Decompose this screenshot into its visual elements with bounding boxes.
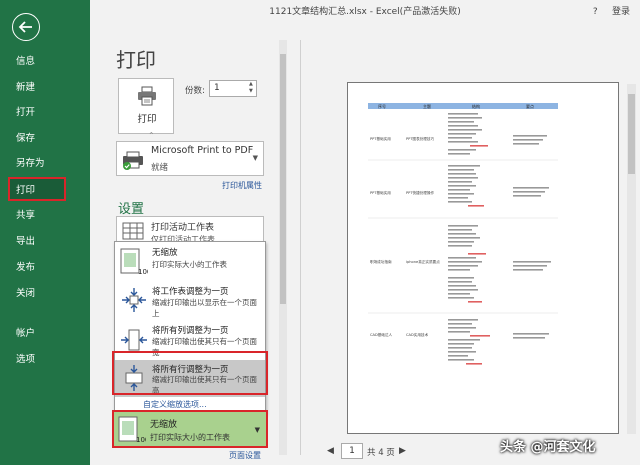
printer-dropdown[interactable]: Microsoft Print to PDF 就绪 ▼ [116, 141, 264, 176]
next-page-icon[interactable]: ▶ [399, 446, 406, 456]
page-number-input[interactable]: 1 [341, 443, 363, 459]
pane-divider [300, 40, 301, 455]
svg-text:100: 100 [138, 268, 148, 276]
collapse-handle[interactable]: ⌃ [148, 131, 155, 140]
preview-header: 要点 [526, 103, 534, 109]
window-title: 1121文章结构汇总.xlsx - Excel(产品激活失败) [269, 7, 461, 17]
back-arrow-icon [18, 21, 32, 33]
fit-columns-icon [121, 329, 147, 351]
nav-new[interactable]: 新建 [0, 76, 90, 100]
custom-scaling-link[interactable]: 自定义缩放选项... [143, 399, 207, 410]
backstage-nav: 信息 新建 打开 保存 另存为 打印 共享 导出 发布 关闭 帐户 选项 [0, 0, 90, 465]
copies-stepper[interactable]: ▲ ▼ [249, 81, 256, 96]
no-scaling-icon: 100 [118, 416, 146, 444]
copies-label: 份数: [185, 86, 205, 96]
scaling-option-fit-sheet[interactable]: 将工作表调整为一页 缩减打印输出以显示在一个页面上 [115, 280, 265, 320]
settings-heading: 设置 [118, 202, 145, 217]
nav-open[interactable]: 打开 [0, 101, 90, 125]
preview-header: 序号 [378, 103, 386, 109]
highlight-frame [112, 351, 268, 395]
scaling-selected-title: 无缩放 [150, 420, 178, 430]
scaling-option-no-scaling[interactable]: 100 无缩放 打印实际大小的工作表 [115, 242, 265, 280]
nav-close[interactable]: 关闭 [0, 282, 90, 306]
preview-header: 主题 [423, 103, 431, 109]
watermark: 头条 @河套文化 [500, 440, 596, 455]
nav-account[interactable]: 帐户 [0, 322, 90, 346]
preview-cell: PPT图表处理技巧 [406, 136, 434, 141]
login-link[interactable]: 登录 [612, 7, 630, 17]
preview-cell: iphone真正实质要点 [406, 259, 440, 264]
preview-cell: PPT快捷处理操作 [406, 190, 434, 195]
preview-notes-lines [513, 135, 551, 339]
print-button-label: 打印 [137, 114, 157, 125]
scaling-dropdown[interactable]: 100 无缩放 打印实际大小的工作表 ▼ [112, 410, 268, 448]
print-preview-page: 序号 主题 结构 要点 PPT基础实用 PPT图表处理技巧 PPT基础实用 PP… [347, 82, 619, 434]
settings-scrollbar[interactable] [279, 40, 287, 455]
scrollbar-thumb[interactable] [628, 94, 635, 174]
nav-save-as[interactable]: 另存为 [0, 152, 90, 176]
chevron-down-icon: ▼ [252, 154, 258, 162]
print-what-label: 打印活动工作表 [151, 223, 215, 233]
preview-scrollbar[interactable] [627, 84, 636, 434]
preview-header: 结构 [472, 103, 480, 109]
svg-text:100: 100 [136, 436, 146, 444]
print-what-dropdown[interactable]: 打印活动工作表 仅打印活动工作表 [116, 216, 264, 244]
worksheet-icon [122, 222, 144, 240]
nav-save[interactable]: 保存 [0, 127, 90, 151]
printer-status: 就绪 [151, 163, 169, 173]
back-button[interactable] [12, 13, 40, 41]
print-button[interactable]: 打印 [118, 78, 174, 134]
fit-sheet-icon [122, 288, 146, 312]
nav-info[interactable]: 信息 [0, 50, 90, 74]
page-setup-link[interactable]: 页面设置 [229, 450, 261, 461]
nav-share[interactable]: 共享 [0, 204, 90, 228]
nav-export[interactable]: 导出 [0, 230, 90, 254]
nav-print[interactable]: 打印 [8, 177, 66, 201]
help-button[interactable]: ? [593, 7, 598, 17]
printer-properties-link[interactable]: 打印机属性 [222, 180, 262, 191]
page-total: 共 4 页 [367, 448, 395, 458]
preview-cell: PPT基础实用 [370, 190, 391, 195]
page-title: 打印 [116, 48, 156, 72]
previous-page-icon[interactable]: ◀ [327, 446, 334, 456]
pdf-printer-icon [123, 151, 143, 170]
scrollbar-thumb[interactable] [280, 54, 286, 304]
scaling-selected-desc: 打印实际大小的工作表 [150, 433, 230, 442]
preview-structure-lines [448, 113, 482, 361]
preview-cell: PPT基础实用 [370, 136, 391, 141]
preview-cell: CAD基础达人 [370, 332, 393, 337]
preview-cell: CAD实用技术 [406, 332, 429, 337]
preview-cell: 职场成功指南 [370, 259, 392, 264]
nav-options[interactable]: 选项 [0, 348, 90, 372]
printer-icon [138, 86, 156, 106]
no-scaling-icon: 100 [120, 248, 148, 276]
preview-content: 序号 主题 结构 要点 PPT基础实用 PPT图表处理技巧 PPT基础实用 PP… [368, 103, 558, 365]
printer-name: Microsoft Print to PDF [151, 145, 254, 156]
nav-publish[interactable]: 发布 [0, 256, 90, 280]
chevron-down-icon: ▼ [254, 426, 260, 434]
title-bar: 1121文章结构汇总.xlsx - Excel(产品激活失败) ? 登录 [90, 0, 640, 26]
